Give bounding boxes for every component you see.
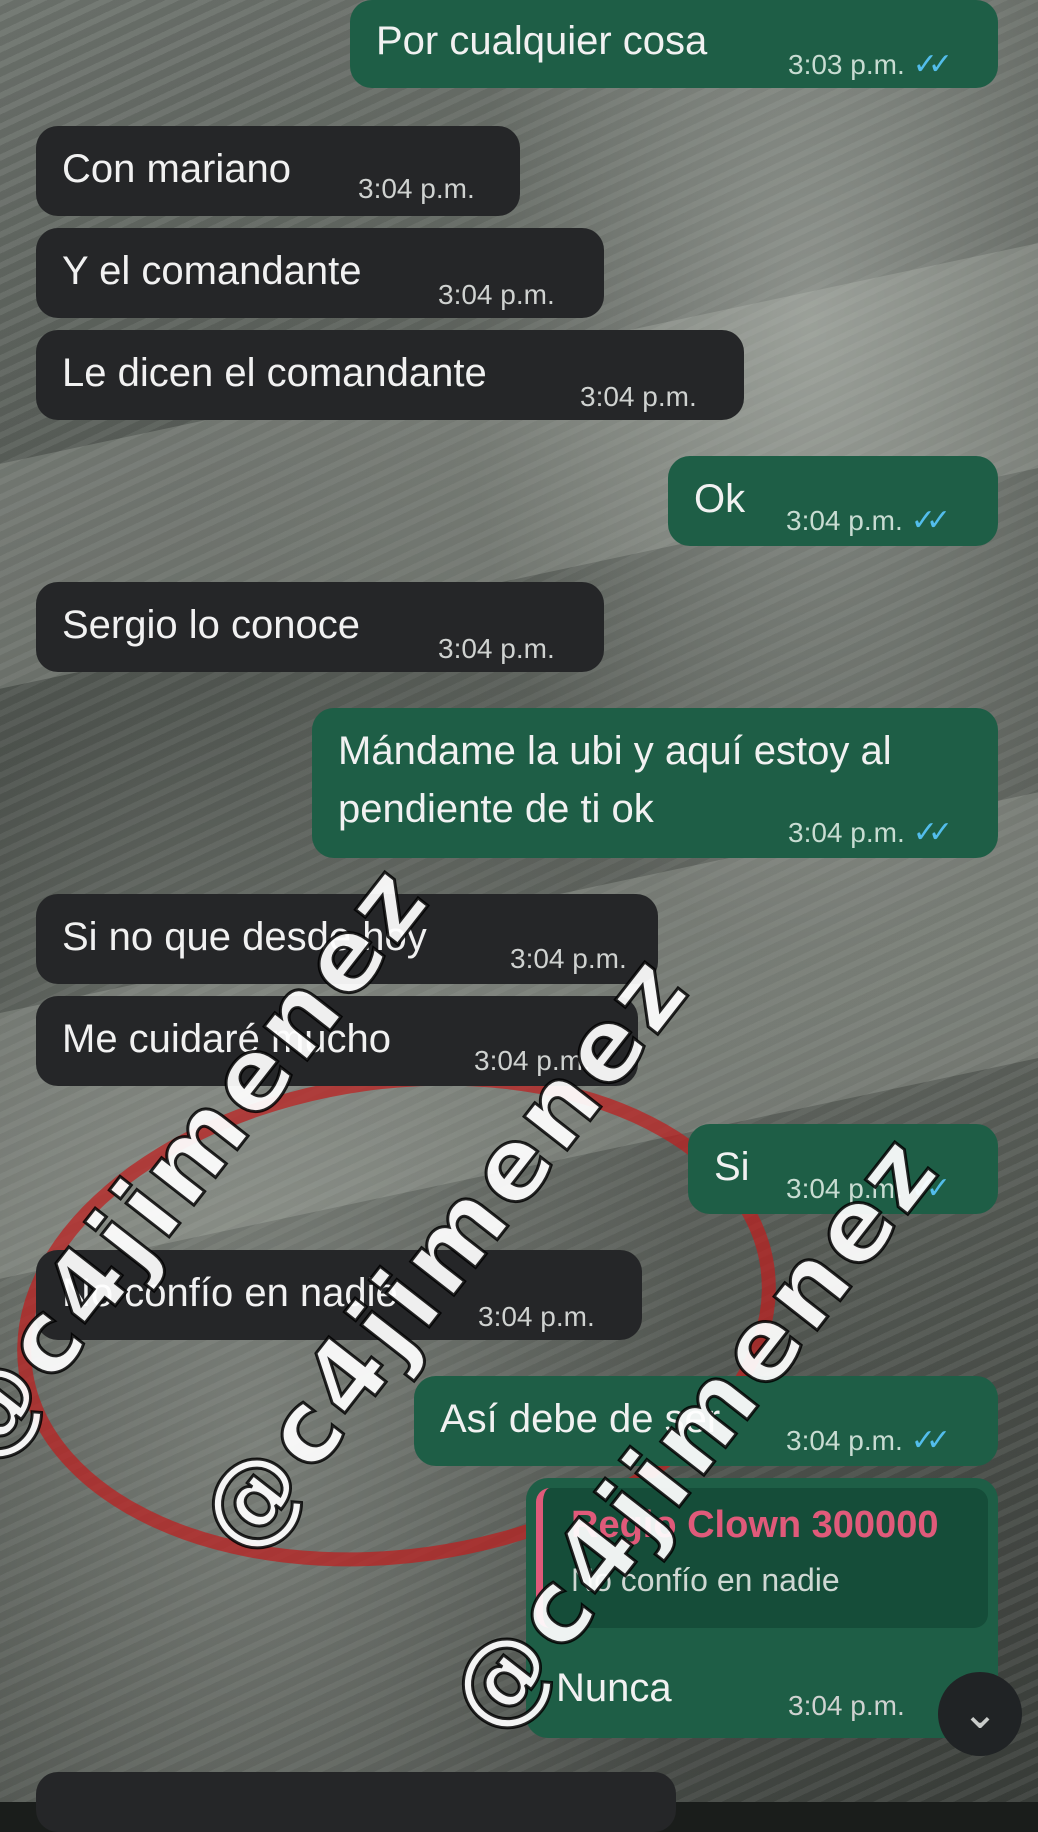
message-time: 3:04 p.m. ✓✓: [786, 1424, 951, 1457]
message-bubble-incoming[interactable]: [36, 1772, 676, 1832]
message-text: Le dicen el comandante: [62, 351, 487, 395]
message-time: 3:04 p.m.: [580, 381, 697, 412]
message-time: 3:04 p.m. ✓✓: [788, 816, 953, 849]
message-bubble-outgoing[interactable]: Por cualquier cosa 3:03 p.m. ✓✓: [350, 0, 998, 88]
message-time: 3:04 p.m. ✓✓: [786, 504, 951, 537]
message-text: Y el comandante: [62, 249, 362, 293]
message-bubble-incoming[interactable]: Sergio lo conoce 3:04 p.m.: [36, 582, 604, 672]
message-bubble-incoming[interactable]: Le dicen el comandante 3:04 p.m.: [36, 330, 744, 420]
message-time: 3:03 p.m. ✓✓: [788, 48, 953, 81]
double-check-icon: ✓✓: [910, 504, 951, 537]
message-time: 3:04 p.m.: [438, 633, 555, 664]
chevron-down-icon[interactable]: ⌄: [938, 1672, 1022, 1756]
double-check-icon: ✓✓: [910, 1424, 951, 1457]
message-time: 3:04 p.m.: [438, 279, 555, 310]
message-text-line: pendiente de ti ok: [338, 787, 654, 831]
message-bubble-incoming[interactable]: Con mariano 3:04 p.m.: [36, 126, 520, 216]
message-time: 3:04 p.m.: [478, 1301, 595, 1332]
message-bubble-outgoing[interactable]: Mándame la ubi y aquí estoy al pendiente…: [312, 708, 998, 858]
message-text: Si: [714, 1145, 750, 1189]
message-text-line: Mándame la ubi y aquí estoy al: [338, 729, 892, 773]
message-text: Por cualquier cosa: [376, 19, 708, 63]
double-check-icon: ✓✓: [912, 816, 953, 849]
message-time: 3:04 p.m.: [358, 173, 475, 204]
message-time: 3:04 p.m.: [788, 1690, 905, 1721]
message-bubble-outgoing[interactable]: Ok 3:04 p.m. ✓✓: [668, 456, 998, 546]
message-text: Con mariano: [62, 147, 292, 191]
message-bubble-incoming[interactable]: Y el comandante 3:04 p.m.: [36, 228, 604, 318]
message-text: Ok: [694, 477, 746, 521]
message-text: Sergio lo conoce: [62, 603, 360, 647]
double-check-icon: ✓✓: [912, 48, 953, 81]
